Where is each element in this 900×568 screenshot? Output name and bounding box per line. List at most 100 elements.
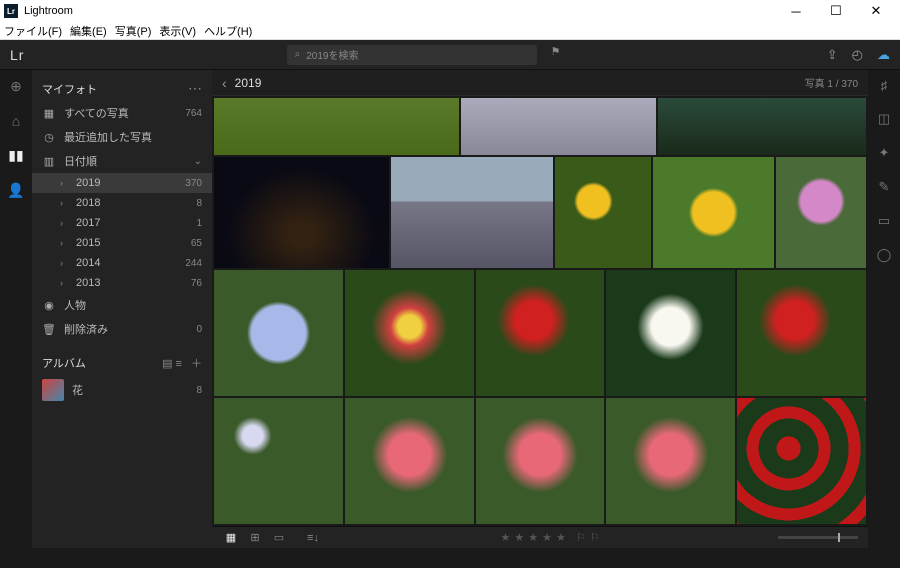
sidebar-year-2018[interactable]: ›20188 xyxy=(32,193,212,213)
photo-thumbnail[interactable] xyxy=(345,270,474,396)
photo-thumbnail[interactable] xyxy=(476,270,605,396)
year-label: 2014 xyxy=(76,257,100,269)
album-flowers[interactable]: 花 8 xyxy=(32,375,212,405)
sidebar-year-2013[interactable]: ›201376 xyxy=(32,273,212,293)
app-logo: Lr xyxy=(10,47,24,63)
flag-reject-icon[interactable]: ⚐ xyxy=(590,531,600,544)
photo-count-label: 写真 1 / 370 xyxy=(805,75,858,90)
year-count: 370 xyxy=(185,178,202,189)
photo-thumbnail[interactable] xyxy=(214,270,343,396)
star-icon[interactable]: ★ xyxy=(556,531,566,544)
window-title: Lightroom xyxy=(24,5,73,17)
photo-thumbnail[interactable] xyxy=(737,398,866,524)
brush-icon[interactable]: ✎ xyxy=(879,179,890,195)
edit-panel-icon[interactable]: ♯ xyxy=(881,78,888,93)
sort-icon[interactable]: ≡↓ xyxy=(304,531,322,545)
bottom-toolbar: ▦ ⊞ ▭ ≡↓ ★ ★ ★ ★ ★ ⚐ ⚐ xyxy=(212,526,868,548)
photo-thumbnail[interactable] xyxy=(776,157,866,267)
flag-pick-icon[interactable]: ⚐ xyxy=(576,531,586,544)
photo-thumbnail[interactable] xyxy=(391,157,554,267)
sidebar-year-2015[interactable]: ›201565 xyxy=(32,233,212,253)
filter-icon[interactable]: ⚑ xyxy=(547,45,565,65)
photo-thumbnail[interactable] xyxy=(606,270,735,396)
menu-view[interactable]: 表示(V) xyxy=(159,23,196,39)
photo-thumbnail[interactable] xyxy=(653,157,773,267)
window-titlebar: Lr Lightroom ─ ☐ ✕ xyxy=(0,0,900,22)
photo-thumbnail[interactable] xyxy=(658,98,866,155)
photo-thumbnail[interactable] xyxy=(214,157,389,267)
year-count: 1 xyxy=(196,218,202,229)
photo-thumbnail[interactable] xyxy=(461,98,657,155)
sidebar-item-by-date[interactable]: ▥ 日付順 ⌄ xyxy=(32,149,212,173)
people-share-icon[interactable]: 👤 xyxy=(7,182,24,199)
sidebar-item-deleted[interactable]: 🗑削除済み 0 xyxy=(32,317,212,341)
healing-icon[interactable]: ✦ xyxy=(879,145,890,161)
chevron-down-icon: ⌄ xyxy=(194,156,202,167)
photo-thumbnail[interactable] xyxy=(214,398,343,524)
crop-icon[interactable]: ◫ xyxy=(878,111,890,127)
menu-edit[interactable]: 編集(E) xyxy=(70,23,107,39)
chevron-right-icon: › xyxy=(60,278,68,288)
home-icon[interactable]: ⌂ xyxy=(12,113,20,129)
share-icon[interactable]: ⇪ xyxy=(827,47,838,63)
linear-gradient-icon[interactable]: ▭ xyxy=(878,213,890,229)
star-icon[interactable]: ★ xyxy=(514,531,524,544)
add-album-icon[interactable]: ＋ xyxy=(191,358,202,370)
sidebar-item-recent[interactable]: ◷最近追加した写真 xyxy=(32,125,212,149)
maximize-button[interactable]: ☐ xyxy=(816,3,856,19)
album-view-icon[interactable]: ▤ ≡ xyxy=(162,358,182,370)
menu-photo[interactable]: 写真(P) xyxy=(115,23,152,39)
year-count: 8 xyxy=(196,198,202,209)
myphotos-label: マイフォト xyxy=(42,81,97,97)
sidebar-year-2014[interactable]: ›2014244 xyxy=(32,253,212,273)
star-icon[interactable]: ★ xyxy=(542,531,552,544)
search-placeholder: 2019を検索 xyxy=(306,47,358,62)
albums-section-title: アルバム ▤ ≡ ＋ xyxy=(32,351,212,375)
myphotos-menu-icon[interactable]: ⋯ xyxy=(188,80,202,97)
menu-help[interactable]: ヘルプ(H) xyxy=(204,23,252,39)
clock-icon: ◷ xyxy=(42,130,56,144)
zoom-slider[interactable] xyxy=(778,536,858,539)
content-header: ‹ 2019 写真 1 / 370 xyxy=(212,70,868,96)
photo-thumbnail[interactable] xyxy=(476,398,605,524)
search-input[interactable]: ⌕ 2019を検索 xyxy=(287,45,537,65)
star-icon[interactable]: ★ xyxy=(500,531,510,544)
back-icon[interactable]: ‹ xyxy=(222,75,227,91)
add-photos-icon[interactable]: ⊕ xyxy=(10,78,22,95)
sidebar-year-2019[interactable]: ›2019370 xyxy=(32,173,212,193)
cloud-sync-icon[interactable]: ☁ xyxy=(877,47,890,63)
radial-gradient-icon[interactable]: ◯ xyxy=(877,247,892,263)
sidebar-item-all-photos[interactable]: ▦すべての写真 764 xyxy=(32,101,212,125)
photo-thumbnail[interactable] xyxy=(214,98,459,155)
search-icon: ⌕ xyxy=(295,49,301,60)
sidebar-item-people[interactable]: ◉人物 xyxy=(32,293,212,317)
library-icon[interactable]: ▮▮ xyxy=(8,147,23,164)
help-icon[interactable]: ◴ xyxy=(852,47,863,63)
right-rail: ♯ ◫ ✦ ✎ ▭ ◯ xyxy=(868,70,900,548)
detail-view-icon[interactable]: ▭ xyxy=(270,531,288,545)
album-count: 8 xyxy=(196,385,202,396)
app-icon: Lr xyxy=(4,4,18,18)
photo-thumbnail[interactable] xyxy=(737,270,866,396)
menu-file[interactable]: ファイル(F) xyxy=(4,23,62,39)
calendar-icon: ▥ xyxy=(42,154,56,168)
photo-thumbnail[interactable] xyxy=(606,398,735,524)
photo-thumbnail[interactable] xyxy=(345,398,474,524)
albums-label: アルバム xyxy=(42,355,86,371)
chevron-right-icon: › xyxy=(60,258,68,268)
minimize-button[interactable]: ─ xyxy=(776,4,816,19)
photo-thumbnail[interactable] xyxy=(555,157,651,267)
chevron-right-icon: › xyxy=(60,178,68,188)
year-label: 2017 xyxy=(76,217,100,229)
left-rail: ⊕ ⌂ ▮▮ 👤 xyxy=(0,70,32,548)
by-date-label: 日付順 xyxy=(64,153,97,169)
square-grid-icon[interactable]: ⊞ xyxy=(246,531,264,545)
close-button[interactable]: ✕ xyxy=(856,3,896,19)
star-icon[interactable]: ★ xyxy=(528,531,538,544)
content-title: 2019 xyxy=(235,76,797,90)
sidebar-year-2017[interactable]: ›20171 xyxy=(32,213,212,233)
all-photos-label: すべての写真 xyxy=(64,105,129,121)
year-label: 2013 xyxy=(76,277,100,289)
grid-view-icon[interactable]: ▦ xyxy=(222,531,240,545)
all-photos-count: 764 xyxy=(185,108,202,119)
